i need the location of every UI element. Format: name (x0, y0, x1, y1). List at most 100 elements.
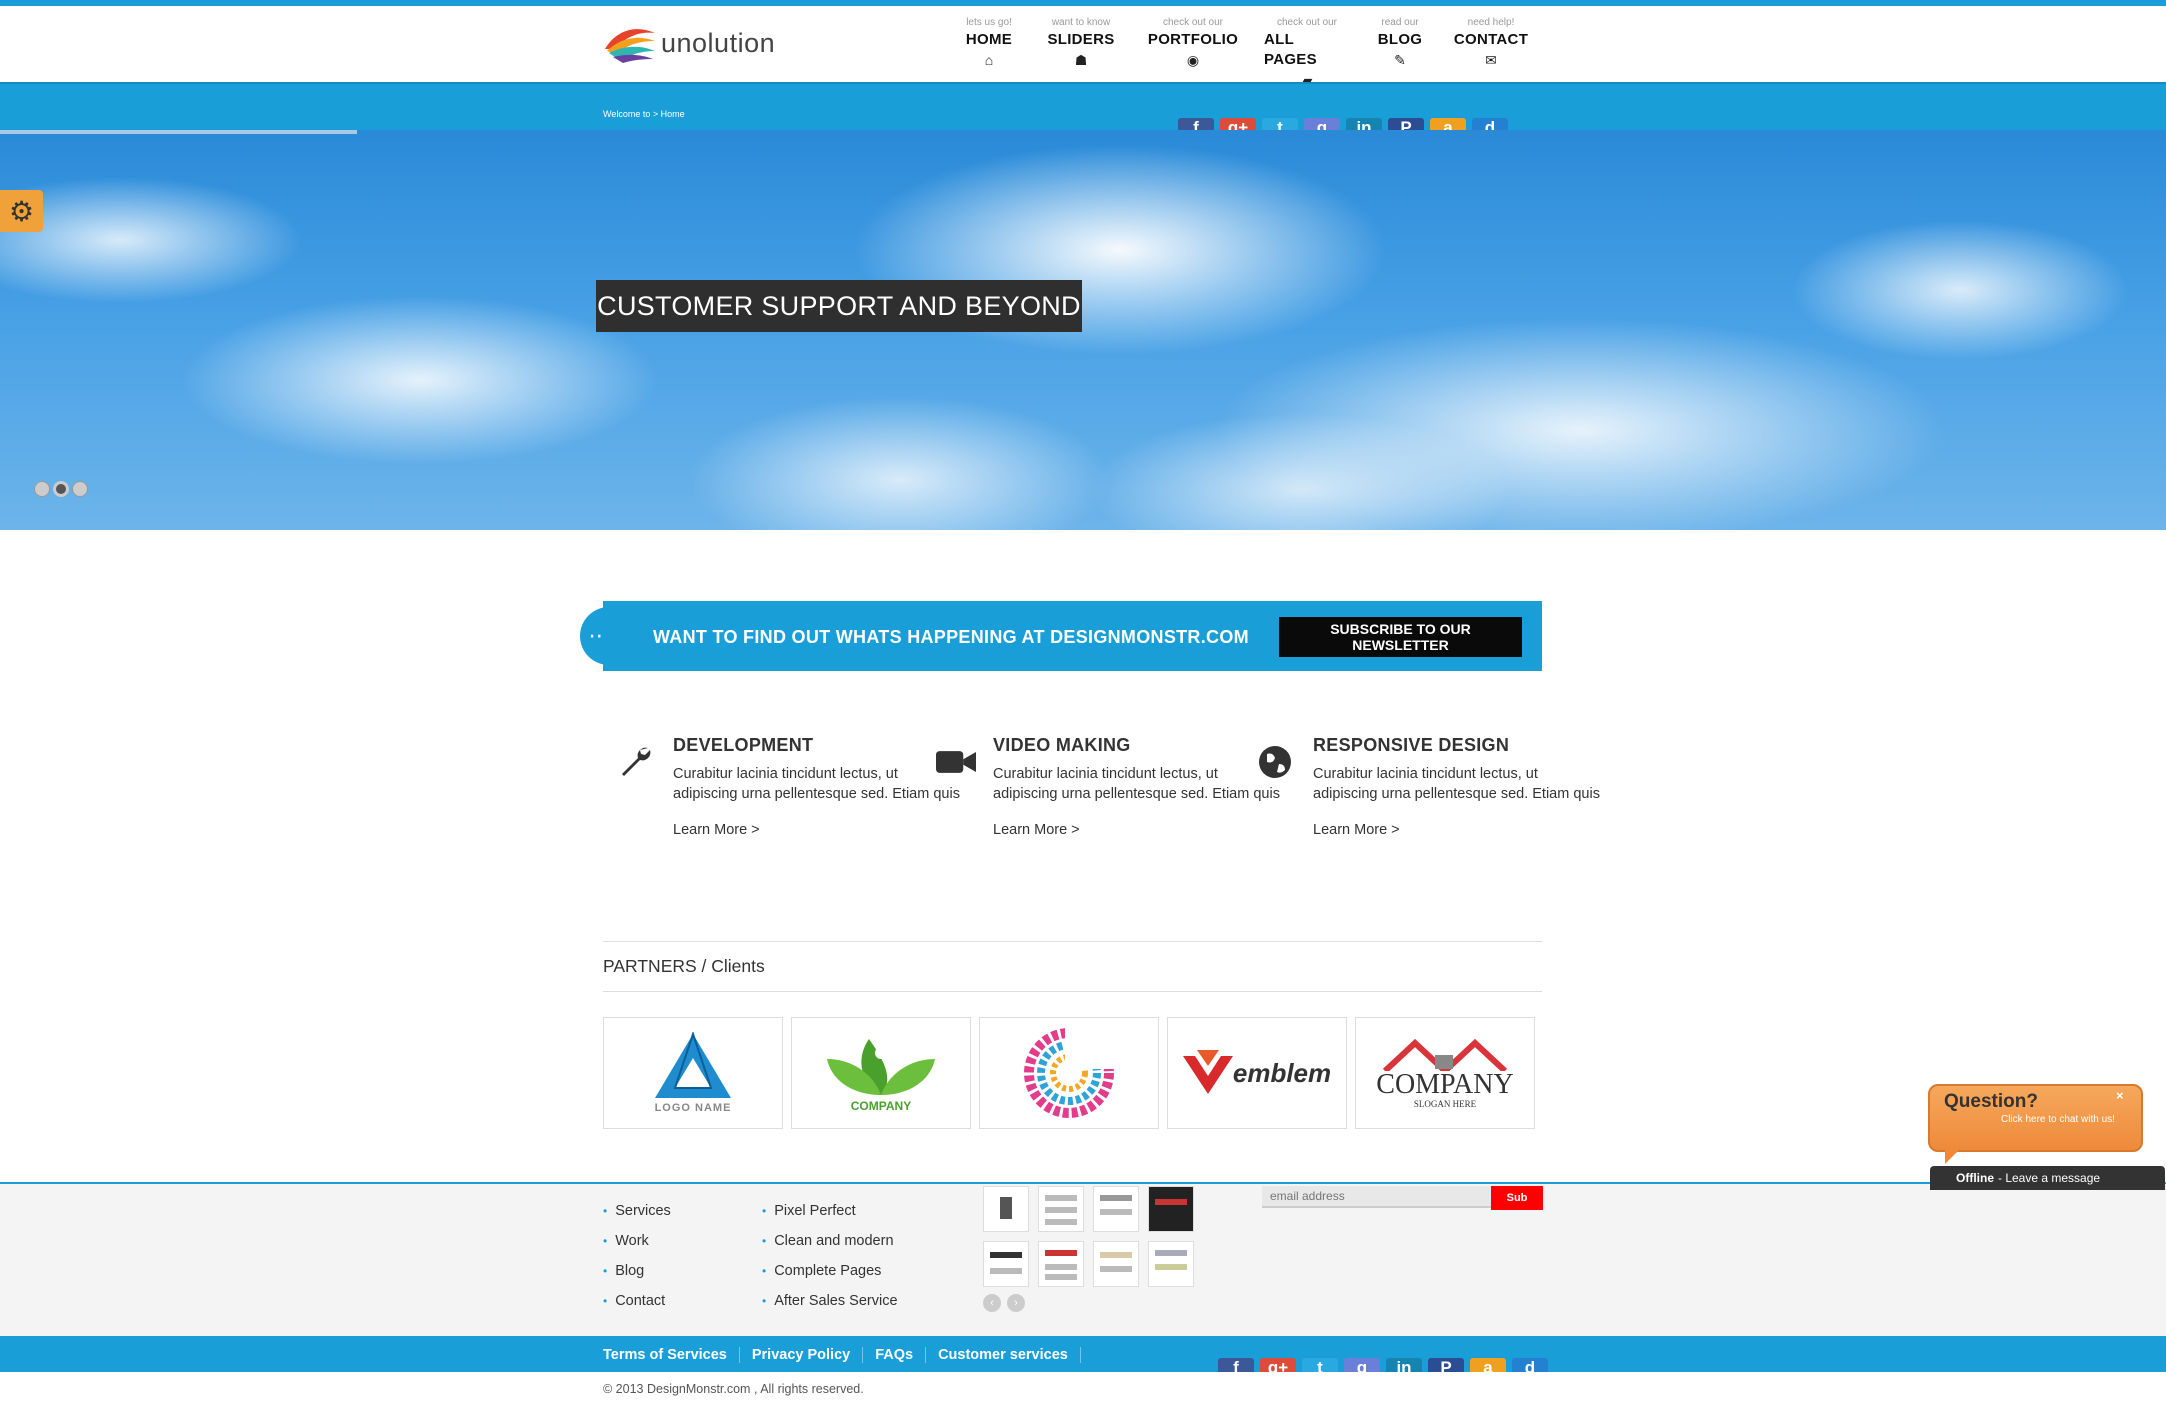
nav-sub: lets us go! (966, 17, 1012, 28)
social-links-bottom: f g+ t g in P a d (1218, 1358, 1548, 1372)
footer-links-col1: Services Work Blog Contact (603, 1196, 671, 1316)
google-icon[interactable]: g (1304, 118, 1340, 130)
service-title: DEVELOPMENT (673, 735, 814, 755)
footer-link[interactable]: Pixel Perfect (762, 1196, 898, 1226)
slider-dot-active[interactable] (53, 481, 69, 497)
chat-offline-bar[interactable]: Offline - Leave a message (1930, 1166, 2165, 1190)
linkedin-icon[interactable]: in (1346, 118, 1382, 130)
paypal-icon[interactable]: P (1428, 1358, 1464, 1372)
subscribe-button[interactable]: SUBSCRIBE TO OUR NEWSLETTER (1279, 617, 1522, 657)
partner-logo-3[interactable] (979, 1017, 1159, 1129)
facebook-icon[interactable]: f (1178, 118, 1214, 130)
learn-more-link[interactable]: Learn More > (993, 822, 1283, 838)
breadcrumb[interactable]: Welcome to > Home (603, 109, 685, 119)
privacy-link[interactable]: Privacy Policy (740, 1347, 864, 1363)
close-icon[interactable]: × (2116, 1088, 2124, 1103)
portfolio-thumb[interactable] (1148, 1241, 1194, 1287)
spectrum-logo-icon (1024, 1025, 1117, 1118)
google-icon[interactable]: g (1344, 1358, 1380, 1372)
gear-icon[interactable]: ⚙ (0, 190, 43, 232)
emblem-logo-icon (1182, 1050, 1233, 1094)
amazon-icon[interactable]: a (1430, 118, 1466, 130)
footer-link[interactable]: Work (603, 1226, 671, 1256)
partner-logo-1[interactable]: LOGO NAME (603, 1017, 783, 1129)
social-links-top: f g+ t g in P a d (1178, 118, 1508, 130)
logo-caption: LOGO NAME (654, 1102, 732, 1114)
dropbox-icon[interactable]: d (1512, 1358, 1548, 1372)
partner-logo-5[interactable]: COMPANY SLOGAN HERE (1355, 1017, 1535, 1129)
footer-link[interactable]: Contact (603, 1286, 671, 1316)
facebook-icon[interactable]: f (1218, 1358, 1254, 1372)
pencil-icon: ✎ (1394, 52, 1406, 68)
dropbox-icon[interactable]: d (1472, 118, 1508, 130)
portfolio-thumbnails (983, 1186, 1194, 1287)
portfolio-thumb[interactable] (1093, 1186, 1139, 1232)
footer-link[interactable]: After Sales Service (762, 1286, 897, 1316)
nav-sub: check out our (1162, 17, 1224, 28)
footer-link[interactable]: Services (603, 1196, 671, 1226)
nav-item-sliders[interactable]: want to know SLIDERS ☗ (1046, 16, 1116, 76)
portfolio-thumb[interactable] (1148, 1186, 1194, 1232)
thumbnail-pager: ‹ › (983, 1294, 1025, 1312)
nav-item-home[interactable]: lets us go! HOME ⌂ (964, 16, 1014, 76)
chat-bubble-tail (1945, 1148, 1961, 1164)
wrench-icon (616, 742, 656, 782)
slider-dot[interactable] (72, 481, 88, 497)
nav-sub: need help! (1467, 17, 1515, 28)
arrow-left-icon[interactable]: ‹ (983, 1294, 1001, 1312)
nav-item-all-pages[interactable]: check out our ALL PAGES ▰ (1264, 16, 1350, 88)
nav-label: ALL PAGES (1264, 31, 1317, 68)
slider-dot[interactable] (34, 481, 50, 497)
google-plus-icon[interactable]: g+ (1220, 118, 1256, 130)
logo-caption: COMPANY (850, 1099, 912, 1113)
portfolio-thumb[interactable] (1038, 1186, 1084, 1232)
partners-title: PARTNERS / Clients (603, 956, 765, 976)
nav-item-portfolio[interactable]: check out our PORTFOLIO ◉ (1148, 16, 1238, 76)
nav-item-contact[interactable]: need help! CONTACT ✉ (1454, 16, 1528, 76)
logo-caption: COMPANY (1376, 1069, 1514, 1100)
paypal-icon[interactable]: P (1388, 118, 1424, 130)
envelope-icon: ✉ (1485, 52, 1497, 68)
nav-item-blog[interactable]: read our BLOG ✎ (1372, 16, 1428, 76)
amazon-icon[interactable]: a (1470, 1358, 1506, 1372)
portfolio-thumb[interactable] (983, 1186, 1029, 1232)
nav-label: CONTACT (1453, 31, 1529, 48)
slider-progress-bar (0, 130, 357, 134)
customer-services-link[interactable]: Customer services (926, 1347, 1081, 1363)
twitter-icon[interactable]: t (1302, 1358, 1338, 1372)
service-title: VIDEO MAKING (993, 735, 1131, 755)
partner-logo-2[interactable]: COMPANY (791, 1017, 971, 1129)
newsletter-text: WANT TO FIND OUT WHATS HAPPENING AT DESI… (653, 627, 1249, 647)
nav-sub: want to know (1051, 17, 1111, 28)
service-video-making: VIDEO MAKING Curabitur lacinia tincidunt… (993, 735, 1283, 838)
partner-logo-4[interactable]: emblem (1167, 1017, 1347, 1129)
home-icon: ⌂ (984, 52, 994, 68)
footer-link[interactable]: Blog (603, 1256, 671, 1286)
footer-link[interactable]: Complete Pages (762, 1256, 898, 1286)
newsletter-email-input[interactable] (1262, 1186, 1492, 1208)
portfolio-thumb[interactable] (1038, 1241, 1084, 1287)
faqs-link[interactable]: FAQs (863, 1347, 927, 1363)
leaf-logo-icon (827, 1039, 935, 1095)
breadcrumb-bar (0, 82, 2166, 132)
learn-more-link[interactable]: Learn More > (673, 822, 963, 838)
portfolio-thumb[interactable] (983, 1241, 1029, 1287)
google-plus-icon[interactable]: g+ (1260, 1358, 1296, 1372)
portfolio-thumb[interactable] (1093, 1241, 1139, 1287)
chat-status: Offline (1956, 1171, 1994, 1185)
linkedin-icon[interactable]: in (1386, 1358, 1422, 1372)
footer-bottom-bar (0, 1336, 2166, 1372)
newsletter-submit-button[interactable]: Sub (1491, 1186, 1543, 1210)
footer-link[interactable]: Clean and modern (762, 1226, 898, 1256)
globe-icon (1255, 742, 1295, 782)
chat-subtitle: Click here to chat with us! (2001, 1114, 2115, 1125)
site-logo[interactable]: unolution (603, 18, 775, 68)
logo-swoosh-icon (605, 29, 655, 63)
copyright: © 2013 DesignMonstr.com , All rights res… (603, 1382, 864, 1396)
terms-link[interactable]: Terms of Services (603, 1347, 740, 1363)
learn-more-link[interactable]: Learn More > (1313, 822, 1603, 838)
video-camera-icon (936, 742, 976, 782)
arrow-right-icon[interactable]: › (1007, 1294, 1025, 1312)
hero-slider[interactable] (0, 130, 2166, 530)
twitter-icon[interactable]: t (1262, 118, 1298, 130)
